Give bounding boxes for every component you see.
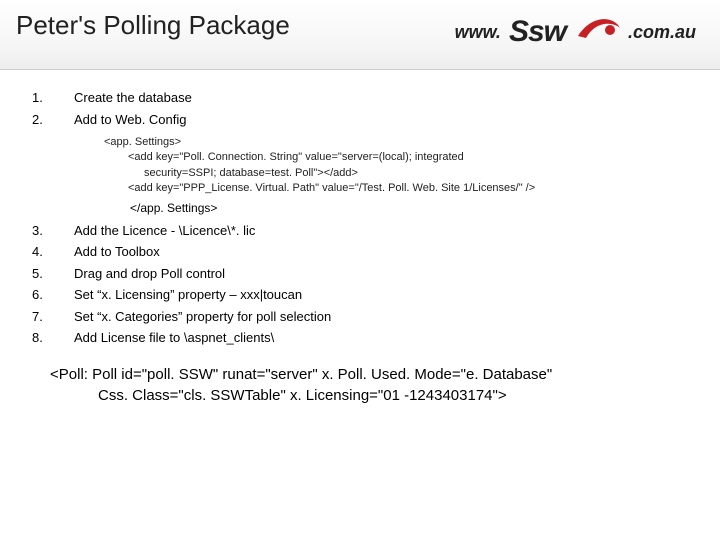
step-text: Set “x. Categories” property for poll se… xyxy=(74,307,688,327)
code-snippet: <Poll: Poll id="poll. SSW" runat="server… xyxy=(50,364,670,408)
step-text: Create the database xyxy=(74,88,688,108)
list-item: 1. Create the database xyxy=(32,88,688,108)
list-item: 7. Set “x. Categories” property for poll… xyxy=(32,307,688,327)
step-text: Add License file to \aspnet_clients\ xyxy=(74,328,688,348)
step-number: 5. xyxy=(32,264,74,284)
slide: Peter's Polling Package www. Ssw .com.au… xyxy=(0,0,720,540)
code-line: <add key="PPP_License. Virtual. Path" va… xyxy=(104,181,688,196)
snippet-line: Css. Class="cls. SSWTable" x. Licensing=… xyxy=(50,385,670,407)
step-number: 2. xyxy=(32,110,74,130)
step-number: 4. xyxy=(32,242,74,262)
list-item: 6. Set “x. Licensing” property – xxx|tou… xyxy=(32,285,688,305)
step-number: 6. xyxy=(32,285,74,305)
step-text: Set “x. Licensing” property – xxx|toucan xyxy=(74,285,688,305)
list-item: 3. Add the Licence - \Licence\*. lic xyxy=(32,221,688,241)
code-block: <app. Settings> <add key="Poll. Connecti… xyxy=(104,135,688,197)
logo-swoosh-icon xyxy=(574,8,622,56)
content: 1. Create the database 2. Add to Web. Co… xyxy=(0,70,720,407)
snippet-line: <Poll: Poll id="poll. SSW" runat="server… xyxy=(50,364,670,386)
titlebar: Peter's Polling Package www. Ssw .com.au xyxy=(0,0,720,70)
code-line: security=SSPI; database=test. Poll"></ad… xyxy=(104,166,688,181)
step-text: Drag and drop Poll control xyxy=(74,264,688,284)
step-text: Add to Toolbox xyxy=(74,242,688,262)
step-number: 3. xyxy=(32,221,74,241)
logo-www: www. xyxy=(455,22,501,43)
code-line: <app. Settings> xyxy=(104,135,688,150)
logo-com: .com.au xyxy=(628,22,696,43)
step-text: Add the Licence - \Licence\*. lic xyxy=(74,221,688,241)
step-text: Add to Web. Config xyxy=(74,110,688,130)
logo: www. Ssw .com.au xyxy=(455,8,696,56)
step-number: 8. xyxy=(32,328,74,348)
list-item: 8. Add License file to \aspnet_clients\ xyxy=(32,328,688,348)
code-line: <add key="Poll. Connection. String" valu… xyxy=(104,150,688,165)
list-item: 2. Add to Web. Config xyxy=(32,110,688,130)
step-number: 7. xyxy=(32,307,74,327)
step-number: 1. xyxy=(32,88,74,108)
code-line: </app. Settings> xyxy=(130,201,688,215)
logo-ssw-text: Ssw xyxy=(509,15,566,49)
list-item: 5. Drag and drop Poll control xyxy=(32,264,688,284)
list-item: 4. Add to Toolbox xyxy=(32,242,688,262)
